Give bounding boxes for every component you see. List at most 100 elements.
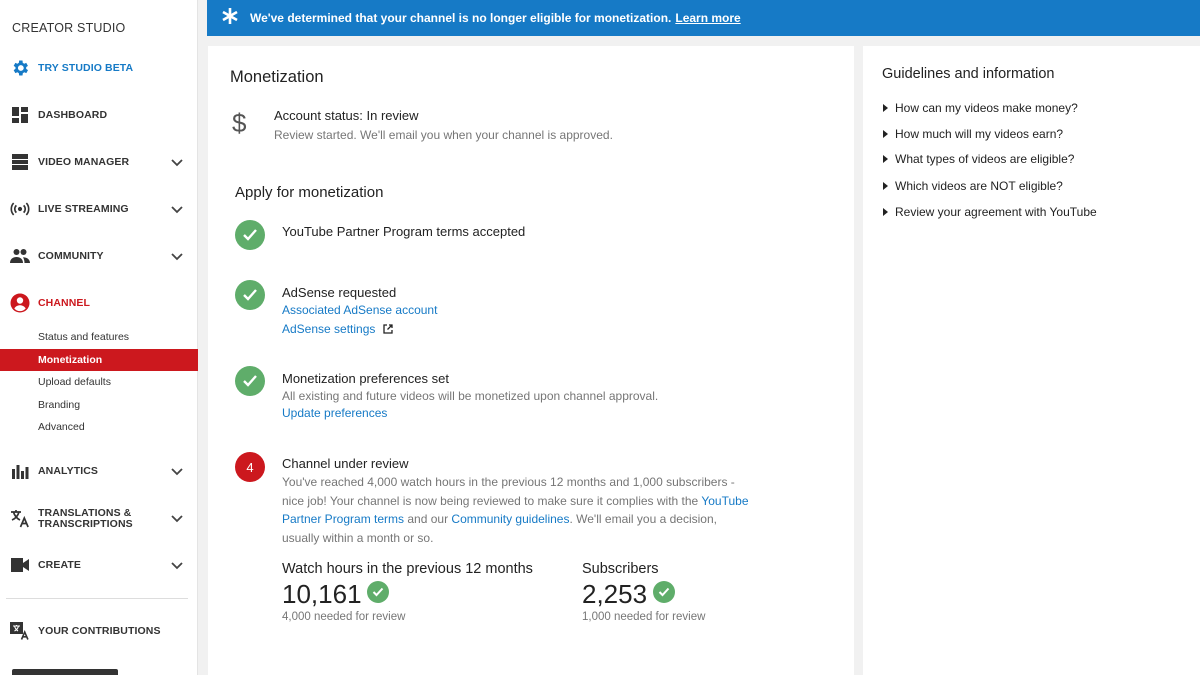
sidebar-item-label: LIVE STREAMING	[38, 202, 129, 215]
sidebar-item-dashboard[interactable]: DASHBOARD	[0, 100, 198, 130]
sidebar-item-label: DASHBOARD	[38, 108, 108, 121]
sidebar-item-contributions[interactable]: YOUR CONTRIBUTIONS	[0, 616, 198, 646]
dashboard-icon	[10, 105, 30, 125]
guideline-item[interactable]: How much will my videos earn?	[883, 126, 1063, 142]
translations-label-line2: TRANSCRIPTIONS	[38, 518, 133, 530]
guideline-item[interactable]: What types of videos are eligible?	[883, 151, 1074, 167]
banner-message: We've determined that your channel is no…	[250, 11, 741, 25]
watch-hours-label: Watch hours in the previous 12 months	[282, 561, 533, 577]
check-circle-icon	[235, 280, 265, 310]
step-review-description: You've reached 4,000 watch hours in the …	[282, 473, 752, 548]
sidebar-subitem-label: Branding	[38, 399, 81, 411]
video-manager-icon	[10, 152, 30, 172]
dollar-icon: $	[232, 108, 247, 138]
gear-icon	[10, 58, 30, 78]
sidebar-item-channel[interactable]: CHANNEL	[0, 288, 198, 318]
guideline-item[interactable]: Review your agreement with YouTube	[883, 204, 1097, 220]
step-terms-title: YouTube Partner Program terms accepted	[282, 224, 526, 239]
sidebar-subitem-label: Upload defaults	[38, 376, 111, 388]
video-camera-icon	[10, 555, 30, 575]
chevron-down-icon[interactable]	[170, 249, 184, 263]
adsense-settings-link[interactable]: AdSense settings	[282, 322, 393, 336]
sidebar-item-studio-beta[interactable]: TRY STUDIO BETA	[0, 53, 198, 83]
sidebar-subitem-advanced[interactable]: Advanced	[0, 416, 198, 438]
sidebar-divider	[6, 598, 188, 599]
watch-hours-value: 10,161	[282, 579, 362, 609]
caret-right-icon	[883, 208, 888, 216]
learn-more-link[interactable]: Learn more	[675, 11, 740, 25]
step-number-badge: 4	[235, 452, 265, 482]
guideline-item-label: What types of videos are eligible?	[895, 152, 1075, 166]
chevron-down-icon[interactable]	[170, 464, 184, 478]
guideline-item-label: Review your agreement with YouTube	[895, 205, 1097, 219]
chevron-down-icon[interactable]	[170, 558, 184, 572]
monetization-card: Monetization $ Account status: In review…	[208, 46, 854, 675]
caret-right-icon	[883, 155, 888, 163]
sidebar-item-label: COMMUNITY	[38, 249, 104, 262]
check-circle-icon	[367, 581, 389, 603]
sidebar-subitem-branding[interactable]: Branding	[0, 394, 198, 416]
chevron-down-icon[interactable]	[170, 155, 184, 169]
update-preferences-link[interactable]: Update preferences	[282, 406, 387, 420]
external-link-icon	[383, 324, 393, 334]
sidebar-item-video-manager[interactable]: VIDEO MANAGER	[0, 147, 198, 177]
step-preferences-description: All existing and future videos will be m…	[282, 389, 659, 403]
check-circle-icon	[235, 366, 265, 396]
caret-right-icon	[883, 182, 888, 190]
guidelines-title: Guidelines and information	[882, 66, 1055, 82]
sidebar: CREATOR STUDIO TRY STUDIO BETA DASHBOARD…	[0, 0, 198, 675]
eligibility-banner: We've determined that your channel is no…	[207, 0, 1200, 36]
sidebar-subitem-label: Status and features	[38, 331, 130, 343]
step-preferences-title: Monetization preferences set	[282, 371, 449, 386]
guideline-item[interactable]: Which videos are NOT eligible?	[883, 178, 1063, 194]
banner-text: We've determined that your channel is no…	[250, 11, 672, 25]
community-guidelines-link[interactable]: Community guidelines	[451, 512, 569, 526]
studio-title: CREATOR STUDIO	[12, 21, 126, 35]
sidebar-subitem-label: Monetization	[38, 354, 103, 366]
check-circle-icon	[653, 581, 675, 603]
account-status-description: Review started. We'll email you when you…	[274, 128, 613, 142]
live-streaming-icon	[10, 199, 30, 219]
sidebar-subitem-monetization[interactable]: Monetization	[0, 349, 198, 371]
step-review-title: Channel under review	[282, 456, 409, 471]
step-adsense-title: AdSense requested	[282, 285, 397, 300]
guideline-item-label: Which videos are NOT eligible?	[895, 179, 1063, 193]
subscribers-value: 2,253	[582, 579, 648, 609]
sidebar-subitem-upload-defaults[interactable]: Upload defaults	[0, 371, 198, 393]
sidebar-item-label: VIDEO MANAGER	[38, 155, 130, 168]
chevron-down-icon[interactable]	[170, 202, 184, 216]
sidebar-item-create[interactable]: CREATE	[0, 550, 198, 580]
check-circle-icon	[235, 220, 265, 250]
adsense-settings-label: AdSense settings	[282, 322, 376, 336]
sidebar-item-community[interactable]: COMMUNITY	[0, 241, 198, 271]
translate-box-icon	[10, 621, 30, 641]
review-text-a: You've reached 4,000 watch hours in the …	[282, 475, 735, 508]
translate-icon	[10, 508, 30, 528]
page-title: Monetization	[230, 68, 324, 86]
sidebar-item-analytics[interactable]: ANALYTICS	[0, 456, 198, 486]
sidebar-subitem-label: Advanced	[38, 421, 85, 433]
apply-section-title: Apply for monetization	[235, 184, 384, 201]
sidebar-bottom-button[interactable]	[12, 669, 118, 675]
sidebar-item-label: TRY STUDIO BETA	[38, 61, 134, 74]
account-circle-icon	[10, 293, 30, 313]
guideline-item-label: How much will my videos earn?	[895, 127, 1064, 141]
sidebar-item-label: CREATE	[38, 558, 81, 571]
guideline-item[interactable]: How can my videos make money?	[883, 100, 1078, 116]
sidebar-item-label: CHANNEL	[38, 296, 91, 309]
sidebar-item-live-streaming[interactable]: LIVE STREAMING	[0, 194, 198, 224]
analytics-icon	[10, 461, 30, 481]
watch-hours-needed: 4,000 needed for review	[282, 611, 406, 623]
caret-right-icon	[883, 130, 888, 138]
sidebar-item-translations[interactable]: TRANSLATIONS & TRANSCRIPTIONS	[0, 503, 198, 533]
review-text-b: and our	[404, 512, 452, 527]
sidebar-item-label: TRANSLATIONS & TRANSCRIPTIONS	[38, 508, 133, 530]
chevron-down-icon[interactable]	[170, 511, 184, 525]
sidebar-item-label: ANALYTICS	[38, 464, 99, 477]
caret-right-icon	[883, 104, 888, 112]
account-status: Account status: In review	[274, 108, 419, 123]
adsense-account-link[interactable]: Associated AdSense account	[282, 303, 437, 317]
guidelines-card: Guidelines and information How can my vi…	[863, 46, 1200, 675]
sidebar-subitem-status[interactable]: Status and features	[0, 326, 198, 348]
subscribers-label: Subscribers	[582, 561, 659, 577]
